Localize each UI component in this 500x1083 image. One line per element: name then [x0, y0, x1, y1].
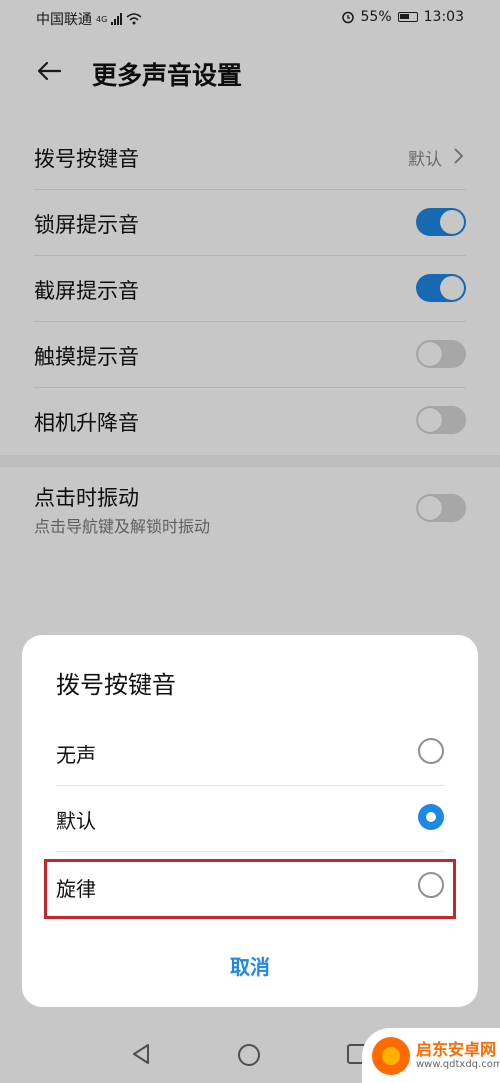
- cancel-button[interactable]: 取消: [22, 951, 478, 980]
- radio-unselected[interactable]: [418, 738, 444, 764]
- dialog-title: 拨号按键音: [56, 671, 176, 699]
- watermark-title: 启东安卓网: [416, 1040, 497, 1060]
- settings-screen: 中国联通 4G 55% 13:03 更多声音设置 拨号按键音 默认 锁屏提示音 …: [0, 0, 500, 1083]
- radio-selected[interactable]: [418, 804, 444, 830]
- option-label: 默认: [56, 809, 96, 833]
- site-logo-icon: [372, 1036, 410, 1075]
- watermark: 启东安卓网 www.qdtxdq.com: [362, 1028, 500, 1083]
- option-default[interactable]: 默认: [56, 785, 444, 852]
- dial-tone-dialog: 拨号按键音 无声 默认 旋律 取消: [22, 635, 478, 1007]
- option-silent[interactable]: 无声: [56, 719, 444, 786]
- option-label: 无声: [56, 743, 96, 767]
- highlight-annotation: [44, 859, 456, 919]
- watermark-text: 启东安卓网 www.qdtxdq.com: [416, 1041, 500, 1070]
- watermark-url: www.qdtxdq.com: [416, 1058, 500, 1070]
